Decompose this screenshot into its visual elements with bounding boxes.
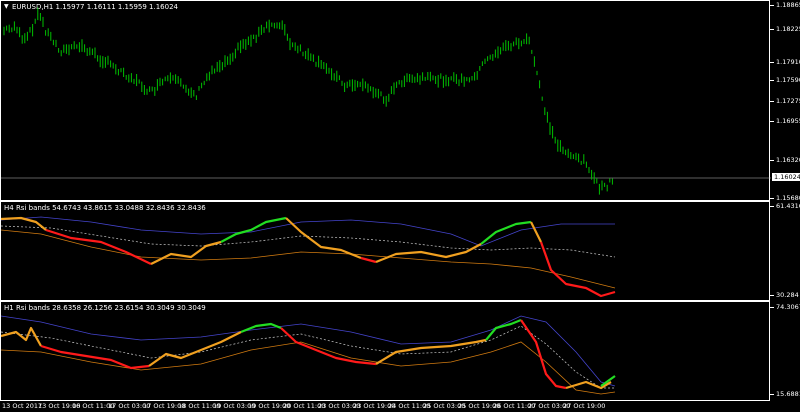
price-axis-label: 1.18865 [776,1,800,9]
rsi-line [520,319,567,390]
rsi-h4-pane[interactable]: H4 Rsi bands 54.6743 43.8615 33.0488 32.… [0,201,770,301]
price-axis-label: 1.16320 [776,156,800,164]
rsi-line [280,327,377,366]
rsi-line [1,326,42,347]
candle-group [3,7,613,195]
rsi-line [40,344,150,370]
rsi-h4-axis: 61.4316 30.284 [770,201,800,301]
price-axis: 1.18865 1.18225 1.17910 1.17590 1.17275 … [770,0,800,202]
lower-band [1,229,616,289]
rsi-h1-axis-top: 74.3067 [776,303,800,311]
upper-band [1,315,616,387]
main-chart-pane[interactable]: ▼ EURUSD,H1 1.15977 1.16111 1.15959 1.16… [0,0,771,201]
price-axis-label: 1.17910 [776,58,800,66]
rsi-h4-axis-bottom: 30.284 [776,291,799,299]
rsi-line [375,243,482,264]
current-price-badge: 1.16024 [772,173,800,181]
price-candles [1,7,771,195]
rsi-line [375,338,487,365]
price-axis-label: 1.17275 [776,97,800,105]
price-axis-label: 1.18225 [776,25,800,33]
rsi-line [45,228,152,265]
rsi-line [150,240,222,265]
rsi-h4-plot [1,216,616,298]
rsi-line [220,216,287,243]
price-axis-label: 1.17590 [776,76,800,84]
rsi-line [530,221,542,243]
rsi-line [360,256,377,264]
time-axis-label: 27 Oct 19:00 [563,402,606,410]
time-axis-label: 13 Oct 2017 [2,402,43,410]
rsi-h4-axis-top: 61.4316 [776,202,800,210]
rsi-h1-axis: 74.3067 15.6881 [770,301,800,401]
rsi-line [480,220,532,245]
rsi-h1-plot [1,315,616,395]
lower-band [1,341,616,395]
price-axis-label: 1.16955 [776,117,800,125]
rsi-h1-axis-bottom: 15.6881 [776,390,800,398]
rsi-line [285,217,362,260]
rsi-line [539,241,616,298]
rsi-h1-pane[interactable]: H1 Rsi bands 28.6358 26.1256 23.6154 30.… [0,301,770,401]
